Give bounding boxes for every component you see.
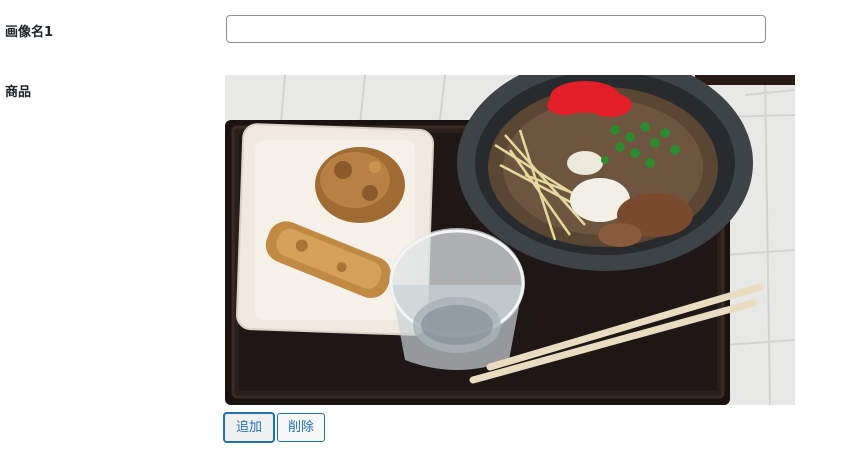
- form-table: 画像名1 商品 追加 削除: [0, 0, 849, 465]
- delete-button[interactable]: 削除: [277, 413, 325, 442]
- product-image: [225, 75, 795, 405]
- product-label: 商品: [5, 85, 32, 100]
- image-name-label: 画像名1: [5, 25, 54, 40]
- image-name-input[interactable]: [226, 15, 766, 43]
- add-button[interactable]: 追加: [224, 413, 274, 442]
